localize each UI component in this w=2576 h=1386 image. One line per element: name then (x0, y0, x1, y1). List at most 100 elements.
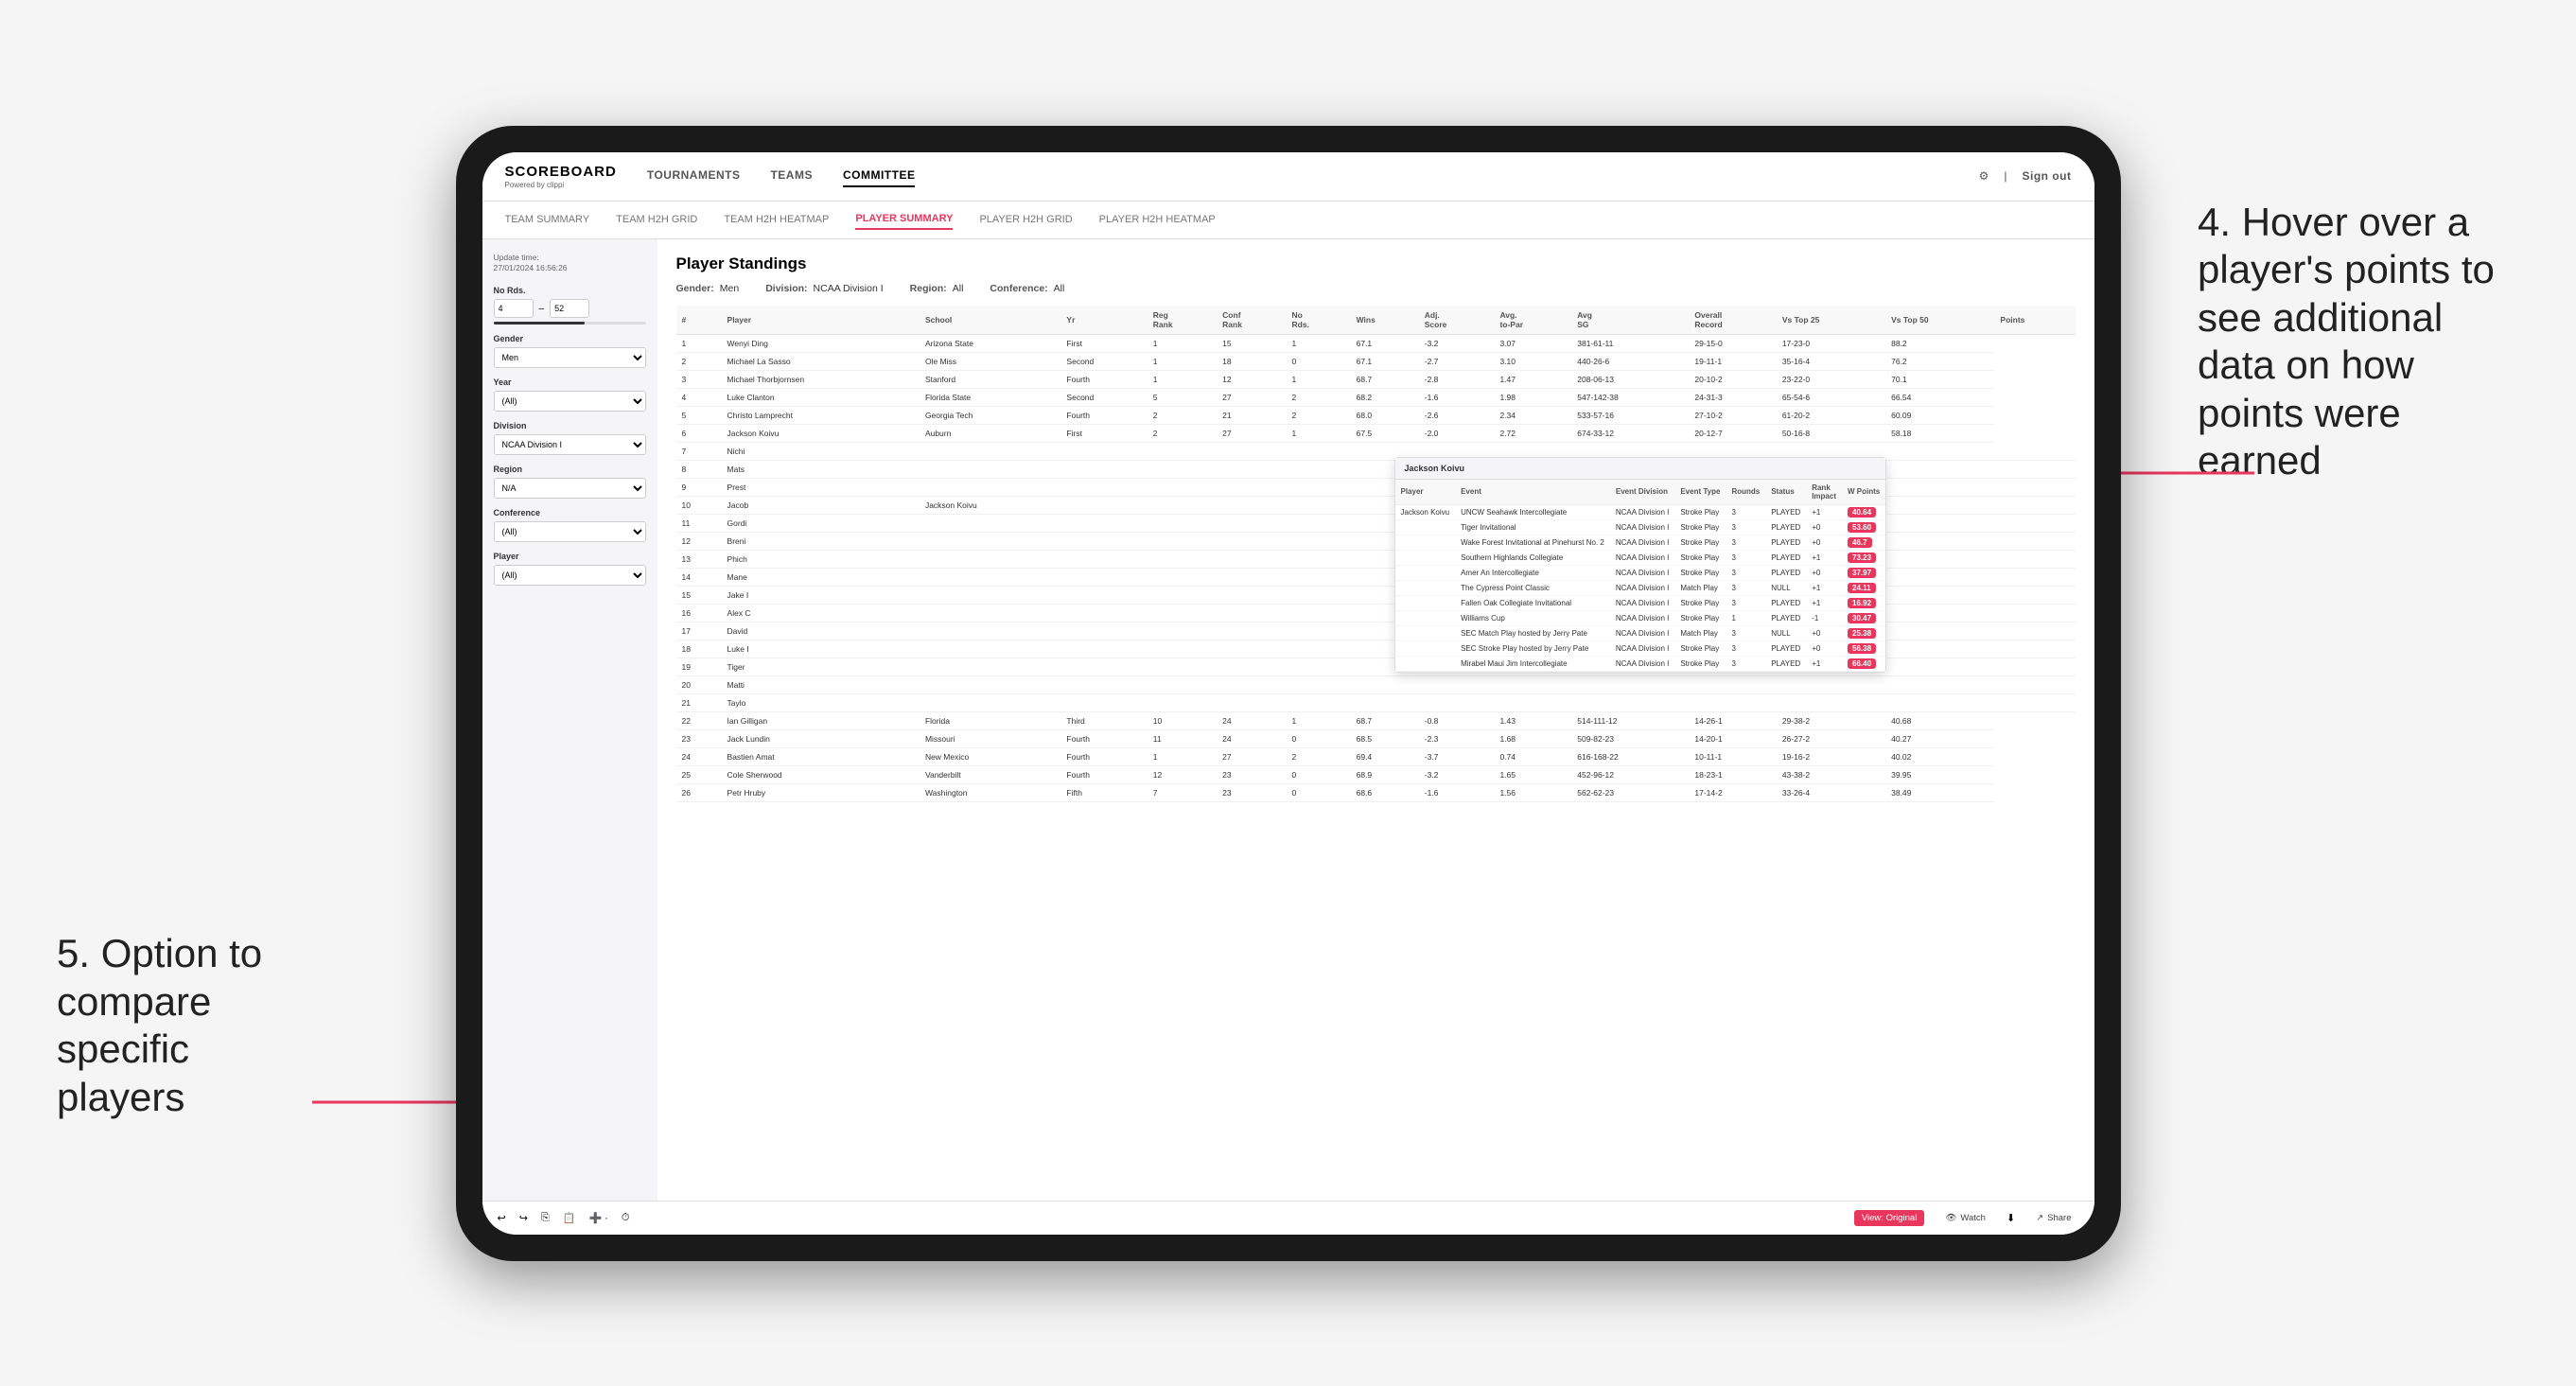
nav-settings-icon[interactable]: ⚙ (1979, 169, 1989, 183)
col-no-rds: NoRds. (1287, 306, 1351, 335)
cell-23-3: Fourth (1060, 747, 1147, 765)
cell-18-14[interactable] (1994, 658, 2075, 675)
popup-cell-7-6: -1 (1806, 610, 1842, 625)
cell-8-1: Prest (722, 478, 920, 496)
popup-cell-8-7: 25.38 (1842, 625, 1885, 640)
cell-6-14[interactable] (1994, 442, 2075, 460)
cell-24-2: Vanderbilt (920, 765, 1060, 783)
nav-link-teams[interactable]: TEAMS (770, 165, 813, 187)
sub-nav-player-h2h-grid[interactable]: PLAYER H2H GRID (979, 210, 1072, 229)
cell-12-0: 13 (676, 550, 722, 568)
cell-13-14[interactable] (1994, 568, 2075, 586)
sub-nav-player-h2h-heatmap[interactable]: PLAYER H2H HEATMAP (1099, 210, 1216, 229)
cell-7-14[interactable] (1994, 460, 2075, 478)
toolbar-copy-icon[interactable]: ⎘ (541, 1212, 550, 1224)
cell-3-13: 66.54 (1885, 388, 1994, 406)
cell-1-12: 35-16-4 (1777, 352, 1885, 370)
cell-10-14[interactable] (1994, 514, 2075, 532)
cell-22-6: 0 (1287, 729, 1351, 747)
popup-cell-4-7: 37.97 (1842, 565, 1885, 580)
nav-link-committee[interactable]: COMMITTEE (843, 165, 916, 187)
cell-13-4 (1148, 568, 1217, 586)
sub-nav-team-summary[interactable]: TEAM SUMMARY (505, 210, 590, 229)
popup-cell-8-2: NCAA Division I (1610, 625, 1674, 640)
toolbar-undo-icon[interactable]: ↩ (498, 1212, 506, 1224)
cell-19-1: Matti (722, 675, 920, 693)
cell-8-14[interactable] (1994, 478, 2075, 496)
nav-sign-out[interactable]: Sign out (2023, 166, 2072, 186)
cell-20-14[interactable] (1994, 693, 2075, 711)
cell-16-14[interactable] (1994, 622, 2075, 640)
cell-0-1: Wenyi Ding (722, 334, 920, 352)
cell-12-14[interactable] (1994, 550, 2075, 568)
cell-20-11 (1689, 693, 1776, 711)
sidebar-year-select[interactable]: (All) (494, 391, 646, 412)
nav-link-tournaments[interactable]: TOURNAMENTS (647, 165, 741, 187)
popup-cell-10-3: Stroke Play (1674, 656, 1726, 671)
sidebar-division-select[interactable]: NCAA Division I (494, 434, 646, 455)
cell-22-11: 14-20-1 (1689, 729, 1776, 747)
popup-cell-7-0 (1395, 610, 1456, 625)
toolbar-paste-icon[interactable]: 📋 (563, 1212, 576, 1224)
cell-19-3 (1060, 675, 1147, 693)
cell-12-6 (1287, 550, 1351, 568)
cell-19-14[interactable] (1994, 675, 2075, 693)
popup-cell-6-2: NCAA Division I (1610, 595, 1674, 610)
popup-cell-2-7: 46.7 (1842, 535, 1885, 550)
cell-2-12: 23-22-0 (1777, 370, 1885, 388)
sidebar-conference-select[interactable]: (All) (494, 521, 646, 542)
cell-13-5 (1217, 568, 1286, 586)
popup-cell-6-6: +1 (1806, 595, 1842, 610)
cell-21-0: 22 (676, 711, 722, 729)
toolbar-clock-icon[interactable]: ⏱ (622, 1212, 630, 1224)
cell-7-6 (1287, 460, 1351, 478)
sidebar-no-rds-min[interactable] (494, 299, 534, 318)
cell-16-6 (1287, 622, 1351, 640)
cell-9-14[interactable] (1994, 496, 2075, 514)
cell-17-1: Luke I (722, 640, 920, 658)
cell-10-4 (1148, 514, 1217, 532)
sidebar-slider[interactable] (494, 322, 646, 325)
popup-cell-10-0 (1395, 656, 1456, 671)
toolbar-watch[interactable]: 👁 Watch (1937, 1210, 1993, 1226)
cell-9-2: Jackson Koivu (920, 496, 1060, 514)
cell-5-5: 27 (1217, 424, 1286, 442)
cell-17-14[interactable] (1994, 640, 2075, 658)
sidebar-region-select[interactable]: N/A (494, 478, 646, 499)
cell-18-3 (1060, 658, 1147, 675)
cell-11-14[interactable] (1994, 532, 2075, 550)
sidebar-gender-select[interactable]: Men (494, 347, 646, 368)
table-row: 25Cole SherwoodVanderbiltFourth1223068.9… (676, 765, 2076, 783)
sub-nav-player-summary[interactable]: PLAYER SUMMARY (855, 209, 953, 230)
sub-nav-team-h2h-grid[interactable]: TEAM H2H GRID (616, 210, 697, 229)
popup-row: Tiger InvitationalNCAA Division IStroke … (1395, 519, 1886, 535)
cell-25-11: 17-14-2 (1689, 783, 1776, 801)
toolbar-redo-icon[interactable]: ↪ (519, 1212, 528, 1224)
sidebar-slider-fill (494, 322, 586, 325)
popup-row: SEC Stroke Play hosted by Jerry PateNCAA… (1395, 640, 1886, 656)
toolbar-download-icon[interactable]: ⬇ (2006, 1212, 2015, 1224)
sidebar: Update time: 27/01/2024 16:56:26 No Rds.… (482, 239, 657, 1201)
filter-conference: Conference: All (990, 283, 1064, 294)
cell-14-14[interactable] (1994, 586, 2075, 604)
cell-11-2 (920, 532, 1060, 550)
toolbar-view-original[interactable]: View: Original (1854, 1210, 1924, 1226)
cell-15-2 (920, 604, 1060, 622)
cell-15-14[interactable] (1994, 604, 2075, 622)
sidebar-no-rds-max[interactable] (550, 299, 589, 318)
sidebar-player-select[interactable]: (All) (494, 565, 646, 586)
cell-1-2: Ole Miss (920, 352, 1060, 370)
toolbar-share[interactable]: ↗ Share (2028, 1210, 2078, 1226)
cell-16-3 (1060, 622, 1147, 640)
cell-23-8: -3.7 (1419, 747, 1495, 765)
popup-cell-3-7: 73.23 (1842, 550, 1885, 565)
toolbar-dash-icon[interactable]: ➕ · (588, 1212, 607, 1224)
popup-cell-3-5: PLAYED (1765, 550, 1806, 565)
cell-1-13: 76.2 (1885, 352, 1994, 370)
cell-5-11: 20-12-7 (1689, 424, 1776, 442)
sub-nav-team-h2h-heatmap[interactable]: TEAM H2H HEATMAP (724, 210, 829, 229)
popup-cell-4-0 (1395, 565, 1456, 580)
cell-3-5: 27 (1217, 388, 1286, 406)
tablet-screen: SCOREBOARD Powered by clippi TOURNAMENTS… (482, 152, 2094, 1235)
table-row: 20Matti (676, 675, 2076, 693)
